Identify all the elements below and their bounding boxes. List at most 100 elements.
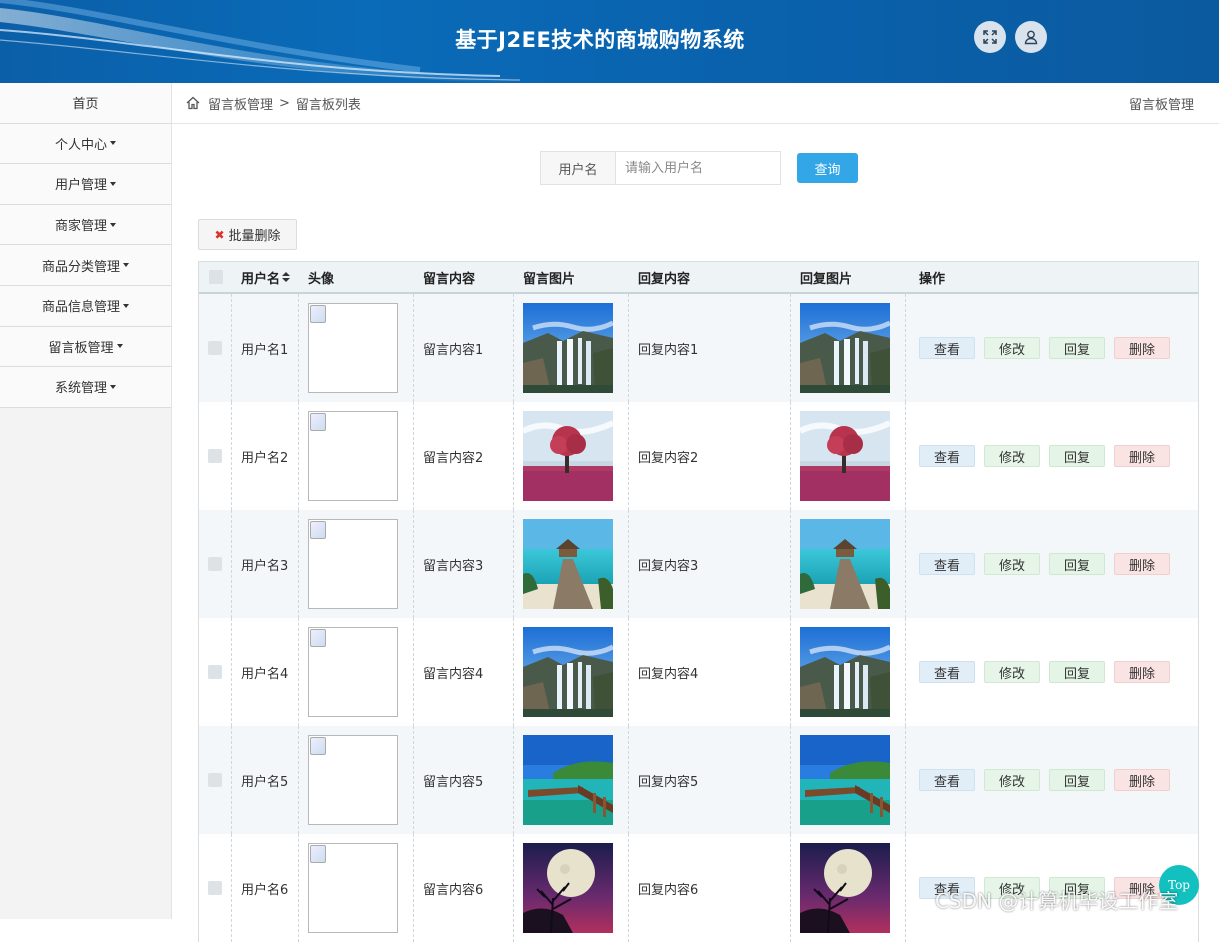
caret-down-icon bbox=[123, 263, 129, 268]
cell-username: 用户名1 bbox=[232, 294, 299, 402]
reply-button[interactable]: 回复 bbox=[1049, 337, 1105, 359]
cell-message-content: 留言内容2 bbox=[414, 402, 514, 510]
table-header: 用户名 头像 留言内容 留言图片 回复内容 回复图片 操作 bbox=[199, 262, 1198, 294]
row-checkbox[interactable] bbox=[208, 341, 222, 355]
column-header-actions: 操作 bbox=[919, 271, 946, 287]
view-button[interactable]: 查看 bbox=[919, 661, 975, 683]
message-image[interactable] bbox=[523, 303, 613, 393]
caret-down-icon bbox=[110, 141, 116, 146]
reply-image[interactable] bbox=[800, 519, 890, 609]
reply-image[interactable] bbox=[800, 411, 890, 501]
cell-username: 用户名6 bbox=[232, 834, 299, 942]
avatar-image-broken bbox=[308, 303, 398, 393]
sidebar-item-home[interactable]: 首页 bbox=[0, 83, 171, 124]
column-label: 用户名 bbox=[241, 271, 281, 287]
caret-down-icon bbox=[110, 384, 116, 389]
message-image[interactable] bbox=[523, 519, 613, 609]
view-button[interactable]: 查看 bbox=[919, 337, 975, 359]
view-button[interactable]: 查看 bbox=[919, 769, 975, 791]
home-icon[interactable] bbox=[185, 95, 201, 111]
delete-button[interactable]: 删除 bbox=[1114, 553, 1170, 575]
view-button[interactable]: 查看 bbox=[919, 553, 975, 575]
cell-reply-content: 回复内容3 bbox=[629, 510, 791, 618]
caret-down-icon bbox=[123, 303, 129, 308]
username-text: 用户名4 bbox=[241, 666, 289, 682]
caret-down-icon bbox=[110, 222, 116, 227]
edit-button[interactable]: 修改 bbox=[984, 661, 1040, 683]
row-checkbox[interactable] bbox=[208, 665, 222, 679]
breadcrumb-item[interactable]: 留言板管理 bbox=[208, 94, 273, 113]
row-actions: 查看 修改 回复 删除 bbox=[919, 769, 1170, 791]
caret-down-icon bbox=[110, 181, 116, 186]
sidebar-item-personal-center[interactable]: 个人中心 bbox=[0, 123, 171, 165]
column-header-reply-content: 回复内容 bbox=[638, 271, 691, 287]
cell-message-content: 留言内容1 bbox=[414, 294, 514, 402]
username-search-input[interactable] bbox=[616, 151, 781, 185]
delete-button[interactable]: 删除 bbox=[1114, 661, 1170, 683]
sort-icon[interactable] bbox=[282, 271, 291, 283]
reply-image[interactable] bbox=[800, 843, 890, 933]
batch-delete-button[interactable]: ✖ 批量删除 bbox=[198, 219, 297, 250]
username-text: 用户名6 bbox=[241, 882, 289, 898]
table-row: 用户名5 留言内容5 回复内容5 查看 修改 回复 删除 bbox=[199, 726, 1198, 834]
row-actions: 查看 修改 回复 删除 bbox=[919, 661, 1170, 683]
delete-button[interactable]: 删除 bbox=[1114, 769, 1170, 791]
table-row: 用户名4 留言内容4 回复内容4 查看 修改 回复 删除 bbox=[199, 618, 1198, 726]
cell-message-content: 留言内容5 bbox=[414, 726, 514, 834]
message-image[interactable] bbox=[523, 411, 613, 501]
view-button[interactable]: 查看 bbox=[919, 445, 975, 467]
message-image[interactable] bbox=[523, 843, 613, 933]
reply-button[interactable]: 回复 bbox=[1049, 769, 1105, 791]
sidebar-item-system-management[interactable]: 系统管理 bbox=[0, 367, 171, 408]
table-row: 用户名3 留言内容3 回复内容3 查看 修改 回复 删除 bbox=[199, 510, 1198, 618]
row-checkbox[interactable] bbox=[208, 773, 222, 787]
edit-button[interactable]: 修改 bbox=[984, 337, 1040, 359]
sidebar-item-product-management[interactable]: 商品信息管理 bbox=[0, 285, 171, 327]
avatar-image-broken bbox=[308, 411, 398, 501]
message-content-text: 留言内容4 bbox=[423, 666, 484, 682]
sidebar-item-label: 留言板管理 bbox=[48, 340, 114, 356]
edit-button[interactable]: 修改 bbox=[984, 445, 1040, 467]
delete-button[interactable]: 删除 bbox=[1114, 445, 1170, 467]
query-button[interactable]: 查询 bbox=[797, 153, 858, 183]
cell-message-content: 留言内容3 bbox=[414, 510, 514, 618]
fullscreen-button[interactable] bbox=[974, 21, 1006, 53]
reply-image[interactable] bbox=[800, 627, 890, 717]
reply-image[interactable] bbox=[800, 303, 890, 393]
sidebar-item-user-management[interactable]: 用户管理 bbox=[0, 164, 171, 205]
row-checkbox[interactable] bbox=[208, 881, 222, 895]
table-row: 用户名2 留言内容2 回复内容2 查看 修改 回复 删除 bbox=[199, 402, 1198, 510]
delete-button[interactable]: 删除 bbox=[1114, 337, 1170, 359]
sidebar-item-label: 系统管理 bbox=[54, 381, 107, 397]
message-content-text: 留言内容1 bbox=[423, 342, 484, 358]
sidebar-item-message-board[interactable]: 留言板管理 bbox=[0, 326, 171, 368]
message-content-text: 留言内容5 bbox=[423, 774, 484, 790]
search-bar: 用户名 查询 bbox=[540, 151, 858, 185]
cell-reply-content: 回复内容5 bbox=[629, 726, 791, 834]
row-actions: 查看 修改 回复 删除 bbox=[919, 445, 1170, 467]
username-text: 用户名3 bbox=[241, 558, 289, 574]
user-button[interactable] bbox=[1015, 21, 1047, 53]
column-header-username[interactable]: 用户名 bbox=[232, 262, 299, 292]
reply-content-text: 回复内容4 bbox=[638, 666, 699, 682]
edit-button[interactable]: 修改 bbox=[984, 553, 1040, 575]
message-image[interactable] bbox=[523, 627, 613, 717]
reply-button[interactable]: 回复 bbox=[1049, 553, 1105, 575]
cell-reply-content: 回复内容6 bbox=[629, 834, 791, 942]
row-checkbox[interactable] bbox=[208, 449, 222, 463]
row-checkbox[interactable] bbox=[208, 557, 222, 571]
message-image[interactable] bbox=[523, 735, 613, 825]
reply-button[interactable]: 回复 bbox=[1049, 661, 1105, 683]
sidebar-item-merchant-management[interactable]: 商家管理 bbox=[0, 204, 171, 246]
reply-content-text: 回复内容5 bbox=[638, 774, 699, 790]
sidebar-item-label: 用户管理 bbox=[54, 178, 107, 194]
select-all-checkbox[interactable] bbox=[208, 270, 223, 284]
cell-message-content: 留言内容4 bbox=[414, 618, 514, 726]
edit-button[interactable]: 修改 bbox=[984, 769, 1040, 791]
reply-button[interactable]: 回复 bbox=[1049, 445, 1105, 467]
app-header: 基于J2EE技术的商城购物系统 bbox=[0, 0, 1219, 83]
sidebar-item-category-management[interactable]: 商品分类管理 bbox=[0, 245, 171, 286]
reply-image[interactable] bbox=[800, 735, 890, 825]
cell-username: 用户名2 bbox=[232, 402, 299, 510]
table-body: 用户名1 留言内容1 回复内容1 查看 修改 回复 删除 用户名2 留言内容2 回复内容2 查看 修改… bbox=[199, 294, 1198, 942]
